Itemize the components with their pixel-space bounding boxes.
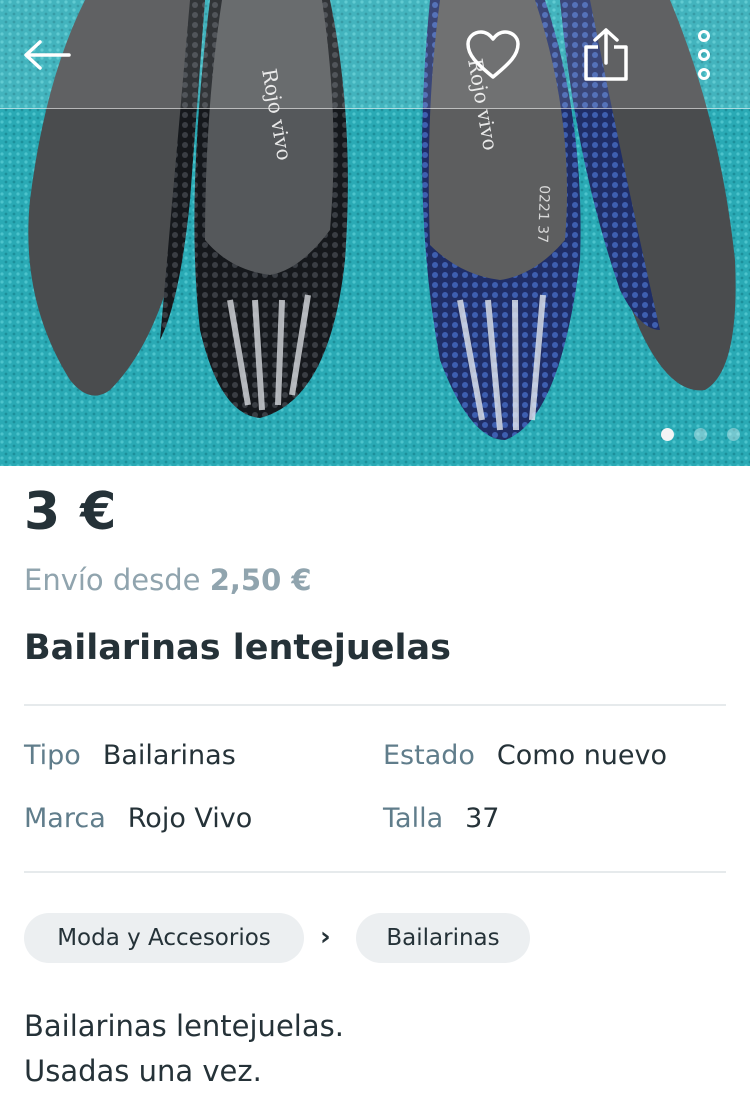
category-chip-moda[interactable]: Moda y Accesorios — [24, 913, 304, 963]
page-dot-1[interactable] — [661, 428, 674, 441]
attribute-tipo: Tipo Bailarinas — [24, 740, 236, 771]
price: 3 € — [24, 482, 118, 542]
attribute-label: Talla — [383, 803, 444, 834]
attribute-label: Estado — [383, 740, 475, 771]
heart-icon — [466, 30, 520, 79]
shipping-price: 2,50 € — [209, 563, 312, 597]
attribute-value: Bailarinas — [102, 740, 236, 771]
photo-size-label: 0221 37 — [534, 185, 552, 243]
page-dot-2[interactable] — [694, 428, 707, 441]
favorite-button[interactable] — [464, 26, 522, 84]
attribute-label: Marca — [24, 803, 106, 834]
description-line: Bailarinas lentejuelas. — [24, 1009, 344, 1043]
product-image-gallery[interactable]: Rojo vivo Rojo vivo 0221 37 — [0, 0, 750, 466]
gallery-pagination — [661, 428, 750, 441]
attribute-marca: Marca Rojo Vivo — [24, 803, 252, 834]
chevron-right-icon: › — [320, 922, 331, 952]
attribute-talla: Talla 37 — [383, 803, 499, 834]
top-action-bar — [0, 0, 750, 109]
category-chip-bailarinas[interactable]: Bailarinas — [356, 913, 530, 963]
product-title: Bailarinas lentejuelas — [24, 628, 451, 668]
divider — [24, 871, 726, 873]
product-description: Bailarinas lentejuelas. Usadas una vez. — [24, 1004, 344, 1094]
page-dot-3[interactable] — [727, 428, 740, 441]
arrow-left-icon — [24, 40, 71, 70]
back-button[interactable] — [18, 26, 76, 84]
attribute-estado: Estado Como nuevo — [383, 740, 667, 771]
attribute-value: Rojo Vivo — [127, 803, 253, 834]
more-options-button[interactable] — [675, 26, 733, 84]
shipping-info: Envío desde 2,50 € — [24, 563, 312, 597]
more-vertical-icon — [698, 30, 710, 80]
attribute-label: Tipo — [24, 740, 81, 771]
share-button[interactable] — [577, 26, 635, 84]
divider — [24, 704, 726, 706]
attribute-value: 37 — [465, 803, 500, 834]
attribute-value: Como nuevo — [496, 740, 668, 771]
shipping-prefix: Envío desde — [24, 563, 210, 597]
share-icon — [584, 28, 628, 81]
description-line: Usadas una vez. — [24, 1054, 262, 1088]
